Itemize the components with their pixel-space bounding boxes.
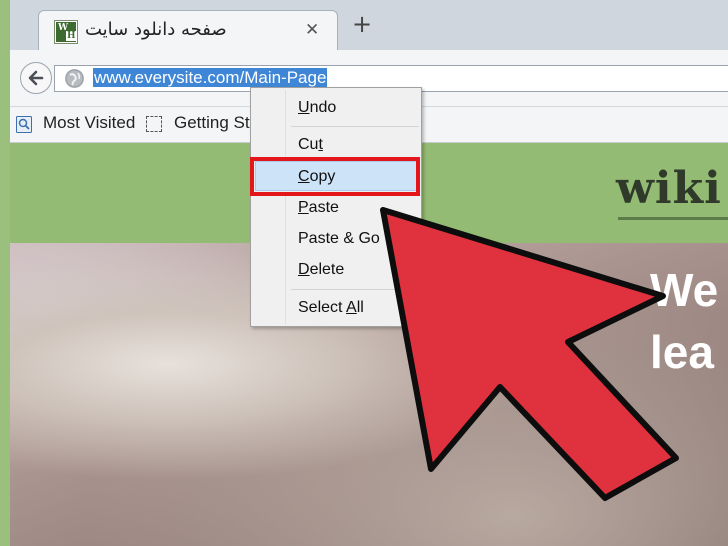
bookmark-most-visited[interactable]: Most Visited <box>43 113 135 133</box>
globe-icon <box>65 69 84 88</box>
menu-separator <box>291 126 419 127</box>
hero-text-line-1: We <box>650 264 719 316</box>
most-visited-icon <box>16 116 32 133</box>
menu-item-paste-and-go[interactable]: Paste & Go <box>298 227 380 251</box>
wikihow-favicon-icon: W H <box>54 20 78 44</box>
url-text-selected[interactable]: www.everysite.com/Main-Page <box>93 68 328 87</box>
browser-tab[interactable]: W H صفحه دانلود سایت ✕ <box>38 10 338 50</box>
close-tab-icon[interactable]: ✕ <box>305 20 319 40</box>
copy-highlight-box <box>250 157 420 196</box>
context-menu: Undo Cut Copy Paste Paste & Go Delete Se… <box>250 87 422 327</box>
menu-item-delete[interactable]: Delete <box>298 258 344 282</box>
hero-text-line-2: lea <box>650 326 714 378</box>
new-tab-button[interactable]: + <box>352 12 372 36</box>
logo-underline <box>618 217 728 220</box>
menu-item-cut[interactable]: Cut <box>298 133 323 157</box>
bookmark-getting-started[interactable]: Getting St <box>174 113 250 133</box>
tab-strip: W H صفحه دانلود سایت ✕ + <box>10 0 728 50</box>
menu-separator <box>291 289 419 290</box>
menu-item-paste[interactable]: Paste <box>298 196 339 220</box>
tab-title: صفحه دانلود سایت <box>85 19 227 40</box>
site-logo[interactable]: wiki <box>616 163 722 214</box>
menu-gutter <box>285 90 286 324</box>
back-button[interactable] <box>20 62 52 94</box>
back-arrow-icon <box>28 70 44 86</box>
menu-item-undo[interactable]: Undo <box>298 96 336 120</box>
getting-started-icon <box>146 116 162 132</box>
favicon-letter-h: H <box>66 31 77 41</box>
frame-border <box>0 0 10 546</box>
menu-item-select-all[interactable]: Select All <box>298 296 364 320</box>
